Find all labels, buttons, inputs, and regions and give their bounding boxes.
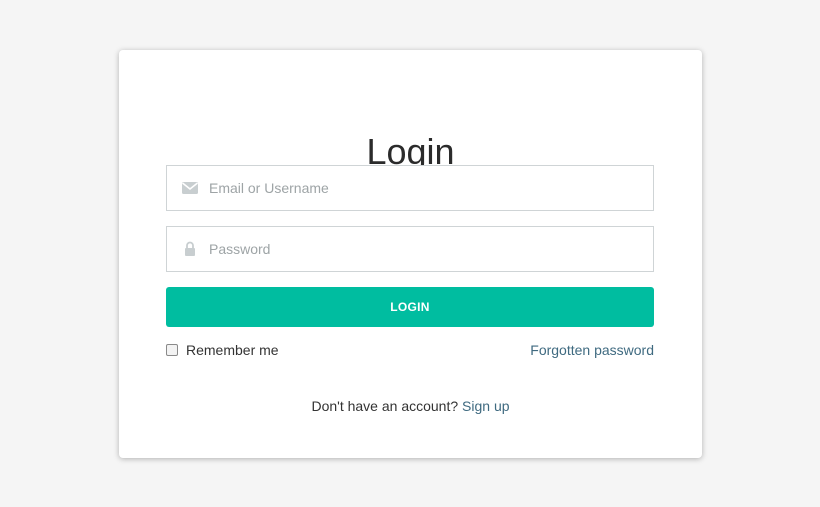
- no-account-text: Don't have an account?: [311, 398, 459, 414]
- signup-prompt: Don't have an account? Sign up: [119, 398, 702, 414]
- signup-link[interactable]: Sign up: [462, 398, 509, 414]
- email-field[interactable]: [166, 165, 654, 211]
- envelope-icon: [181, 180, 199, 196]
- password-input[interactable]: [209, 227, 639, 271]
- remember-label: Remember me: [186, 342, 279, 358]
- remember-me[interactable]: Remember me: [166, 340, 279, 360]
- lock-icon: [181, 241, 199, 257]
- forgot-password-link[interactable]: Forgotten password: [530, 340, 654, 360]
- login-button[interactable]: LOGIN: [166, 287, 654, 327]
- email-input[interactable]: [209, 166, 639, 210]
- password-field[interactable]: [166, 226, 654, 272]
- remember-checkbox[interactable]: [166, 344, 178, 356]
- login-card: Login LOGIN Remember me: [119, 50, 702, 458]
- login-form: LOGIN Remember me Forgotten password: [166, 50, 654, 458]
